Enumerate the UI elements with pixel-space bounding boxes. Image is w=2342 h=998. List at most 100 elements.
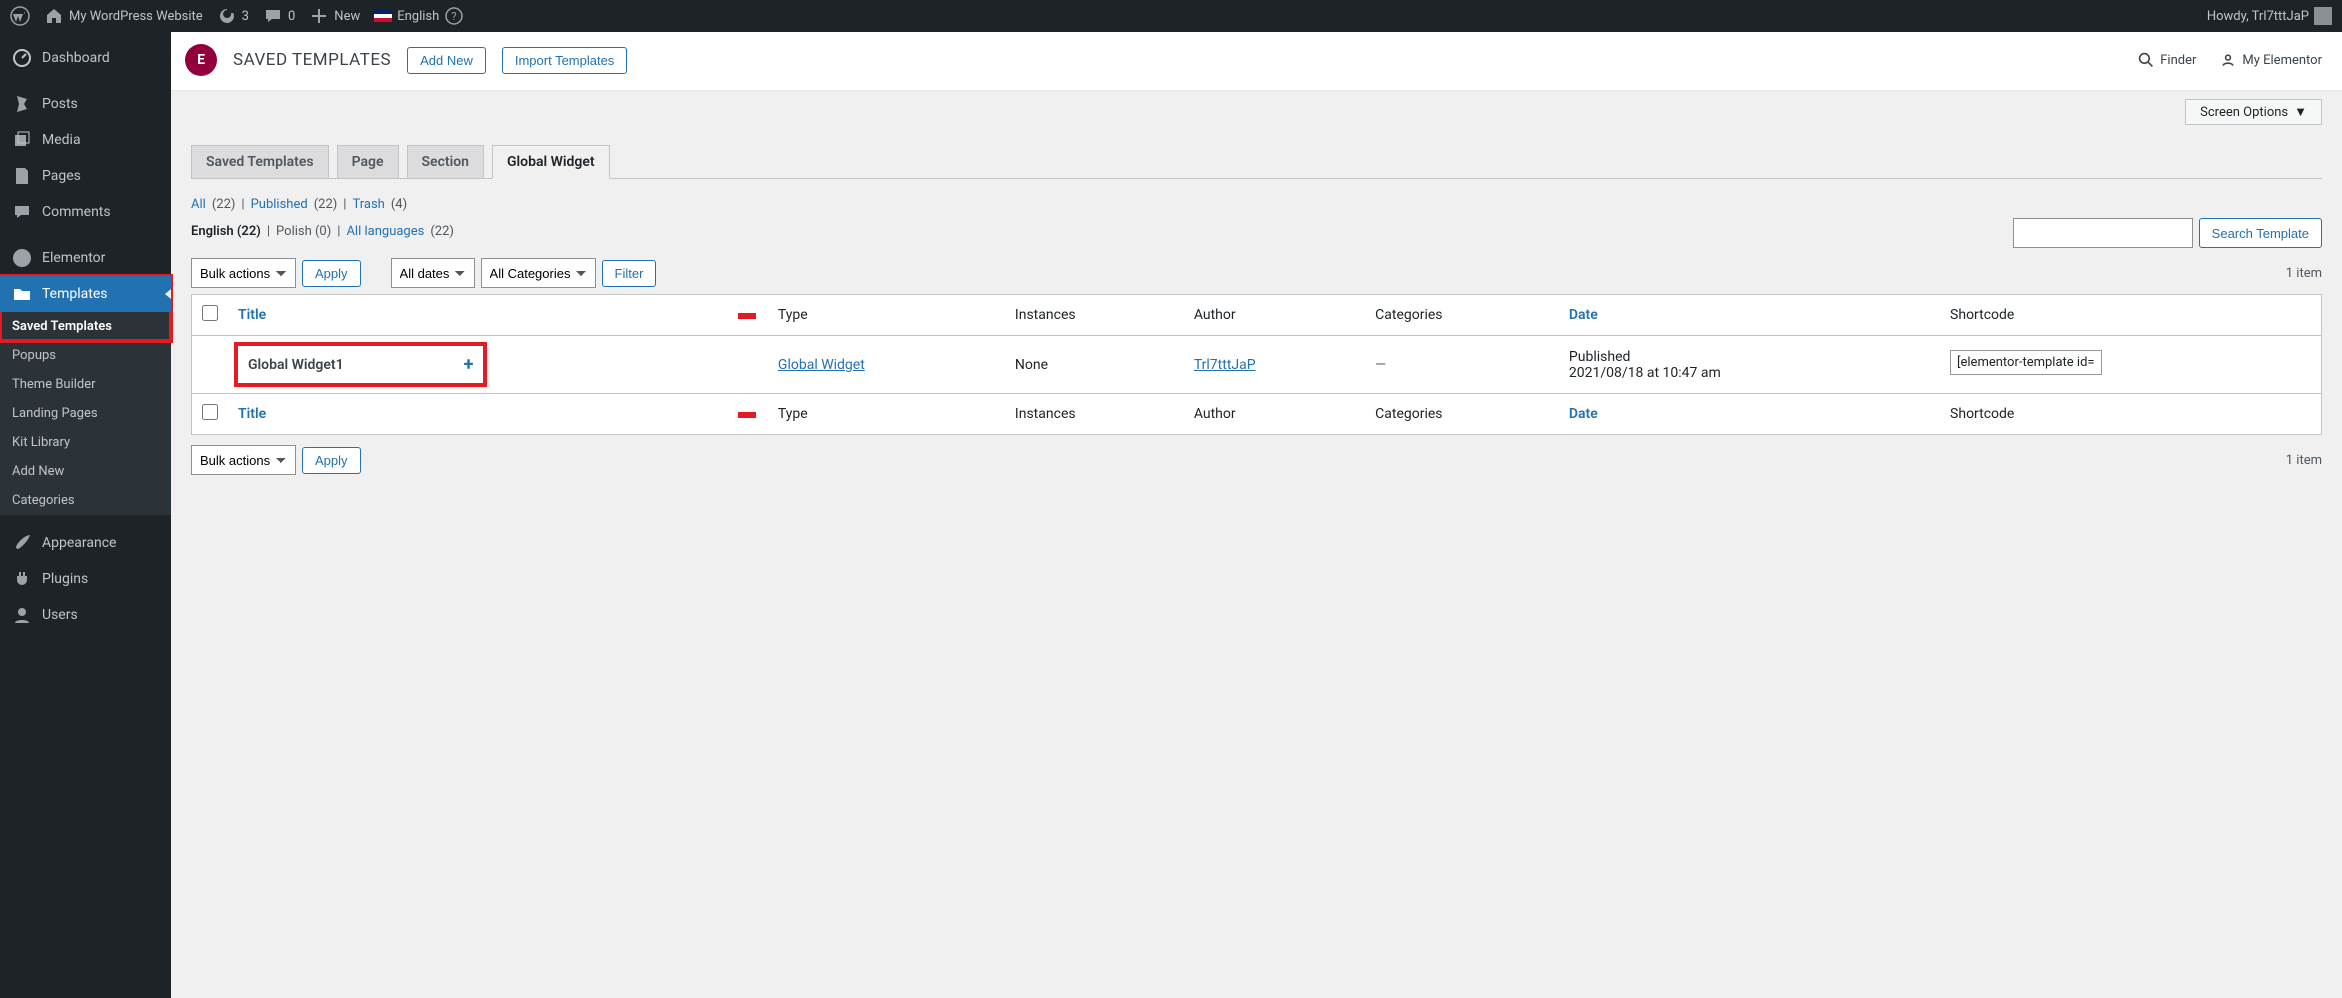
help-icon: ? (444, 6, 464, 26)
lang-polish[interactable]: Polish (0) (276, 224, 331, 239)
col-title-foot[interactable]: Title (238, 406, 266, 422)
update-icon (217, 6, 237, 26)
menu-pages[interactable]: Pages (0, 158, 171, 194)
row-shortcode[interactable]: [elementor-template id= (1950, 350, 2101, 375)
apply-bottom-button[interactable]: Apply (302, 447, 361, 474)
filter-published[interactable]: Published (251, 197, 308, 212)
media-icon (12, 130, 32, 150)
tablenav-top: Bulk actions Apply All dates All Categor… (191, 258, 2322, 288)
submenu-kit-library[interactable]: Kit Library (0, 428, 171, 457)
select-all-top[interactable] (202, 305, 218, 321)
wordpress-icon (10, 6, 30, 26)
my-elementor-link[interactable]: My Elementor (2220, 52, 2322, 68)
templates-submenu: Saved Templates (0, 312, 171, 341)
site-name-link[interactable]: My WordPress Website (44, 6, 203, 26)
finder-link[interactable]: Finder (2138, 52, 2196, 68)
uk-flag-icon (374, 10, 392, 22)
col-date-foot[interactable]: Date (1569, 406, 1598, 422)
menu-appearance[interactable]: Appearance (0, 525, 171, 561)
menu-dashboard[interactable]: Dashboard (0, 40, 171, 76)
bulk-actions-bottom[interactable]: Bulk actions (191, 445, 296, 475)
screen-options-toggle[interactable]: Screen Options ▼ (2185, 99, 2322, 125)
admin-bar: My WordPress Website 3 0 New English? Ho… (0, 0, 2342, 32)
search-icon (2138, 52, 2154, 68)
tab-section[interactable]: Section (407, 145, 484, 178)
col-categories: Categories (1365, 295, 1559, 336)
caret-down-icon: ▼ (2294, 104, 2307, 120)
menu-comments[interactable]: Comments (0, 194, 171, 230)
site-name: My WordPress Website (69, 9, 203, 24)
select-all-bottom[interactable] (202, 404, 218, 420)
wp-logo[interactable] (10, 6, 30, 26)
col-title[interactable]: Title (238, 307, 266, 323)
filter-button[interactable]: Filter (602, 260, 657, 287)
person-icon (2220, 52, 2236, 68)
updates-link[interactable]: 3 (217, 6, 249, 26)
row-title-highlight: Global Widget1 + (238, 346, 483, 383)
menu-elementor[interactable]: Elementor (0, 240, 171, 276)
add-new-button[interactable]: Add New (407, 47, 486, 74)
add-translation-icon[interactable]: + (464, 354, 474, 375)
svg-text:?: ? (452, 10, 457, 23)
tablenav-bottom: Bulk actions Apply 1 item (191, 445, 2322, 475)
new-content-link[interactable]: New (309, 6, 360, 26)
language-filters: English (22) | Polish (0) | All language… (191, 224, 454, 239)
folder-open-icon (12, 284, 32, 304)
plug-icon (12, 569, 32, 589)
import-templates-button[interactable]: Import Templates (502, 47, 627, 74)
elementor-logo-icon: E (185, 44, 217, 76)
menu-users[interactable]: Users (0, 597, 171, 633)
submenu-categories[interactable]: Categories (0, 486, 171, 515)
home-icon (44, 6, 64, 26)
tab-page[interactable]: Page (337, 145, 399, 178)
search-row: Search Template (2013, 218, 2322, 248)
search-input[interactable] (2013, 218, 2193, 248)
col-shortcode: Shortcode (1940, 295, 2321, 336)
col-author: Author (1184, 295, 1365, 336)
language-link[interactable]: English? (374, 6, 464, 26)
polish-flag-icon-foot (738, 412, 756, 418)
lang-all[interactable]: All languages (346, 224, 424, 239)
menu-plugins[interactable]: Plugins (0, 561, 171, 597)
row-instances: None (1005, 336, 1184, 394)
template-title[interactable]: Global Widget1 (248, 357, 344, 373)
dashboard-icon (12, 48, 32, 68)
tab-saved-templates[interactable]: Saved Templates (191, 145, 329, 178)
filter-trash[interactable]: Trash (352, 197, 384, 212)
submenu-popups[interactable]: Popups (0, 341, 171, 370)
submenu-saved-templates[interactable]: Saved Templates (0, 312, 171, 341)
page-icon (12, 166, 32, 186)
row-categories: — (1365, 336, 1559, 394)
templates-table: Title Type Instances Author Categories D… (191, 294, 2322, 435)
row-author[interactable]: Trl7tttJaP (1194, 357, 1256, 373)
row-type[interactable]: Global Widget (778, 357, 865, 373)
bulk-actions-top[interactable]: Bulk actions (191, 258, 296, 288)
page-title: SAVED TEMPLATES (233, 50, 391, 70)
category-filter[interactable]: All Categories (481, 258, 596, 288)
menu-posts[interactable]: Posts (0, 86, 171, 122)
elementor-icon (12, 248, 32, 268)
comments-icon (12, 202, 32, 222)
comments-link[interactable]: 0 (263, 6, 295, 26)
my-account-link[interactable]: Howdy, Trl7tttJaP (2207, 7, 2332, 25)
items-count-bottom: 1 item (2286, 453, 2322, 468)
template-type-tabs: Saved Templates Page Section Global Widg… (191, 145, 2322, 179)
plus-icon (309, 6, 329, 26)
status-filters: All(22) | Published(22) | Trash(4) (191, 197, 2322, 212)
brush-icon (12, 533, 32, 553)
date-filter[interactable]: All dates (391, 258, 475, 288)
menu-media[interactable]: Media (0, 122, 171, 158)
filter-all[interactable]: All (191, 197, 206, 212)
apply-top-button[interactable]: Apply (302, 260, 361, 287)
submenu-add-new[interactable]: Add New (0, 457, 171, 486)
col-date[interactable]: Date (1569, 307, 1598, 323)
submenu-landing-pages[interactable]: Landing Pages (0, 399, 171, 428)
row-date: Published2021/08/18 at 10:47 am (1559, 336, 1940, 394)
menu-templates[interactable]: Templates (0, 276, 171, 312)
menu-templates-highlight: Templates Saved Templates (0, 276, 171, 341)
lang-english[interactable]: English (22) (191, 224, 261, 239)
search-template-button[interactable]: Search Template (2199, 218, 2322, 248)
tab-global-widget[interactable]: Global Widget (492, 145, 610, 179)
submenu-theme-builder[interactable]: Theme Builder (0, 370, 171, 399)
page-header: E SAVED TEMPLATES Add New Import Templat… (171, 32, 2342, 91)
